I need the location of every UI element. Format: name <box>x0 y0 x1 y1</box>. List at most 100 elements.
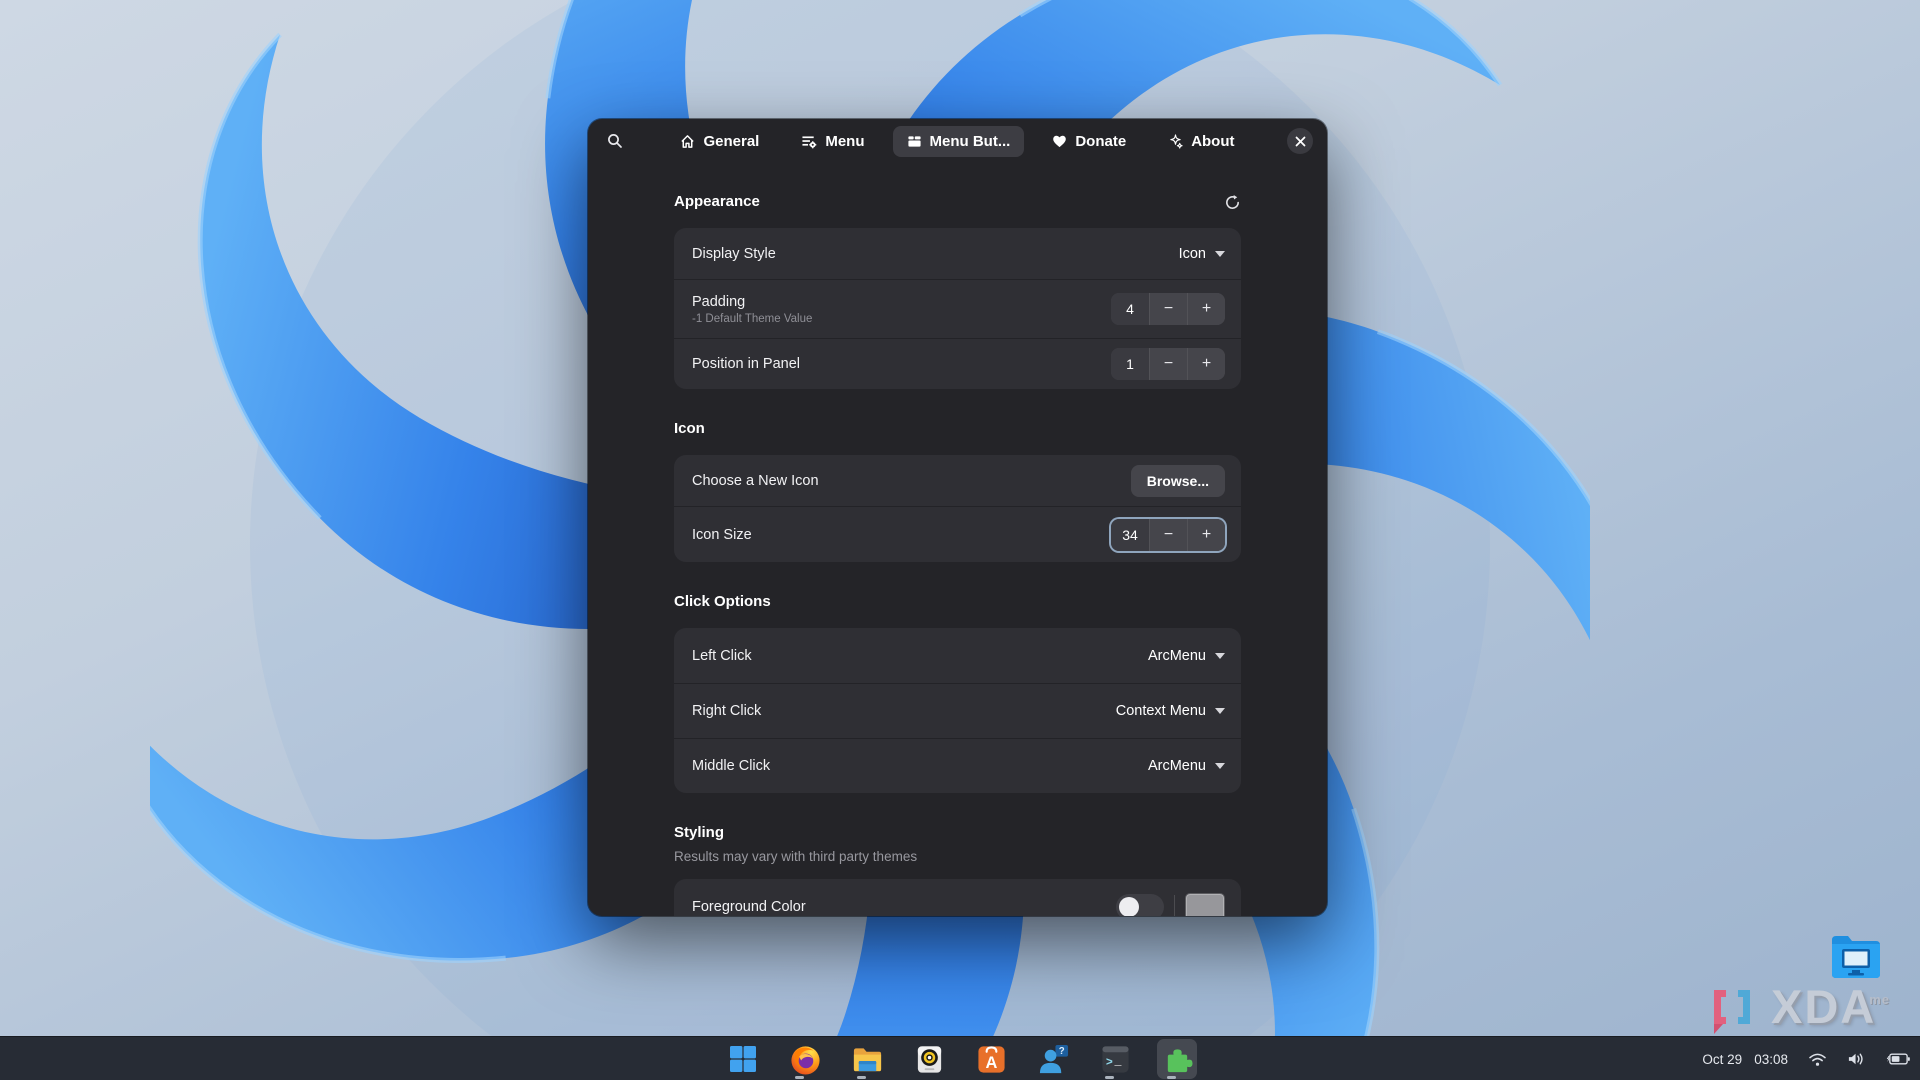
foreground-color-row: Foreground Color <box>674 879 1241 916</box>
app-store-button[interactable]: A <box>971 1039 1011 1079</box>
help-account-button[interactable]: ? <box>1033 1039 1073 1079</box>
chevron-down-icon <box>1215 708 1225 714</box>
firefox-icon <box>790 1045 820 1075</box>
xda-watermark: XDA me <box>1704 980 1891 1036</box>
person-question-icon: ? <box>1039 1044 1068 1073</box>
windows-start-icon <box>730 1046 756 1072</box>
watermark-text: XDA <box>1771 980 1877 1033</box>
search-button[interactable] <box>602 128 628 154</box>
right-click-row: Right Click Context Menu <box>674 683 1241 738</box>
tab-bar: General Menu Menu But... Donate About <box>666 125 1248 157</box>
extensions-button[interactable] <box>1157 1039 1197 1079</box>
display-style-row: Display Style Icon <box>674 228 1241 279</box>
watermark-suffix: me <box>1869 992 1891 1007</box>
clock[interactable]: Oct 29 03:08 <box>1702 1052 1788 1067</box>
menu-settings-icon <box>802 135 817 148</box>
dialog-content: Appearance Display Style Icon Padding -1… <box>588 163 1327 916</box>
terminal-icon: > _ <box>1101 1045 1129 1073</box>
puzzle-extensions-icon <box>1167 1048 1193 1072</box>
tab-label: Menu But... <box>929 132 1011 150</box>
taskbar-status-area[interactable]: Oct 29 03:08 <box>1702 1037 1910 1080</box>
section-title-styling: Styling <box>674 824 725 841</box>
tab-about[interactable]: About <box>1154 126 1248 157</box>
start-button[interactable] <box>723 1039 763 1079</box>
refresh-icon[interactable] <box>1224 194 1241 211</box>
position-value[interactable]: 1 <box>1111 348 1149 380</box>
media-player-icon <box>917 1045 941 1073</box>
terminal-button[interactable]: > _ <box>1095 1039 1135 1079</box>
tab-label: Donate <box>1075 132 1127 150</box>
tab-general[interactable]: General <box>666 126 773 157</box>
heart-icon <box>1053 135 1067 148</box>
xda-logo-brackets-icon <box>1714 990 1750 1034</box>
foreground-color-swatch-button[interactable] <box>1185 893 1225 916</box>
volume-icon[interactable] <box>1847 1051 1866 1067</box>
desktop: General Menu Menu But... Donate About Ap… <box>0 0 1920 1080</box>
right-click-dropdown[interactable]: Context Menu <box>1116 703 1225 719</box>
display-style-dropdown[interactable]: Icon <box>1179 246 1225 262</box>
search-icon <box>608 134 622 148</box>
position-decrement-button[interactable]: − <box>1149 348 1187 380</box>
icon-size-decrement-button[interactable]: − <box>1149 518 1187 551</box>
appearance-card: Display Style Icon Padding -1 Default Th… <box>674 228 1241 389</box>
svg-text:_: _ <box>1113 1055 1121 1068</box>
foreground-color-toggle[interactable] <box>1116 894 1164 916</box>
battery-charging-icon[interactable] <box>1886 1052 1910 1066</box>
icon-size-value[interactable]: 34 <box>1111 518 1149 551</box>
running-indicator <box>795 1076 804 1079</box>
padding-spinner: 4 − + <box>1111 293 1225 325</box>
section-title-icon: Icon <box>674 420 705 437</box>
position-in-panel-row: Position in Panel 1 − + <box>674 338 1241 389</box>
tab-menu[interactable]: Menu <box>787 126 878 157</box>
panel-button-icon <box>907 135 921 147</box>
padding-decrement-button[interactable]: − <box>1149 293 1187 325</box>
app-store-icon: A <box>977 1045 1005 1073</box>
tab-label: About <box>1191 132 1235 150</box>
middle-click-row: Middle Click ArcMenu <box>674 738 1241 793</box>
chevron-down-icon <box>1215 763 1225 769</box>
section-title-click-options: Click Options <box>674 593 771 610</box>
left-click-dropdown[interactable]: ArcMenu <box>1148 648 1225 664</box>
choose-icon-row: Choose a New Icon Browse... <box>674 455 1241 506</box>
position-increment-button[interactable]: + <box>1187 348 1225 380</box>
padding-value[interactable]: 4 <box>1111 293 1149 325</box>
browse-button[interactable]: Browse... <box>1130 464 1225 497</box>
running-indicator <box>1105 1076 1114 1079</box>
clock-time: 03:08 <box>1754 1051 1788 1067</box>
padding-row: Padding -1 Default Theme Value 4 − + <box>674 279 1241 338</box>
tab-menu-button[interactable]: Menu But... <box>892 125 1025 157</box>
section-title-appearance: Appearance <box>674 192 1241 212</box>
home-icon <box>681 134 695 148</box>
padding-increment-button[interactable]: + <box>1187 293 1225 325</box>
svg-text:>: > <box>1105 1056 1112 1069</box>
padding-hint: -1 Default Theme Value <box>692 312 813 325</box>
svg-text:A: A <box>985 1054 997 1072</box>
toggle-knob <box>1119 897 1139 916</box>
chevron-down-icon <box>1215 652 1225 659</box>
taskbar-center: A ? > _ <box>0 1037 1920 1080</box>
firefox-button[interactable] <box>785 1039 825 1079</box>
wifi-icon[interactable] <box>1808 1052 1827 1067</box>
file-manager-button[interactable] <box>847 1039 887 1079</box>
sparkle-icon <box>1170 133 1183 149</box>
svg-text:?: ? <box>1058 1046 1064 1057</box>
left-click-row: Left Click ArcMenu <box>674 628 1241 683</box>
dialog-header: General Menu Menu But... Donate About <box>588 119 1327 163</box>
clock-date: Oct 29 <box>1702 1051 1743 1067</box>
running-indicator <box>1167 1076 1176 1079</box>
position-spinner: 1 − + <box>1111 348 1225 380</box>
click-options-card: Left Click ArcMenu Right Click Context M… <box>674 628 1241 793</box>
taskbar: A ? > _ Oct 29 03:08 <box>0 1036 1920 1080</box>
computer-folder-icon[interactable] <box>1828 930 1884 982</box>
media-player-button[interactable] <box>909 1039 949 1079</box>
styling-card: Foreground Color <box>674 879 1241 916</box>
tab-label: General <box>703 132 760 150</box>
middle-click-dropdown[interactable]: ArcMenu <box>1148 758 1225 774</box>
close-button[interactable] <box>1287 128 1313 154</box>
icon-size-increment-button[interactable]: + <box>1187 518 1225 551</box>
close-icon <box>1295 136 1305 146</box>
folder-icon <box>853 1047 881 1071</box>
arcmenu-settings-window: General Menu Menu But... Donate About Ap… <box>588 119 1327 916</box>
icon-size-spinner: 34 − + <box>1111 518 1225 551</box>
tab-donate[interactable]: Donate <box>1038 126 1140 157</box>
